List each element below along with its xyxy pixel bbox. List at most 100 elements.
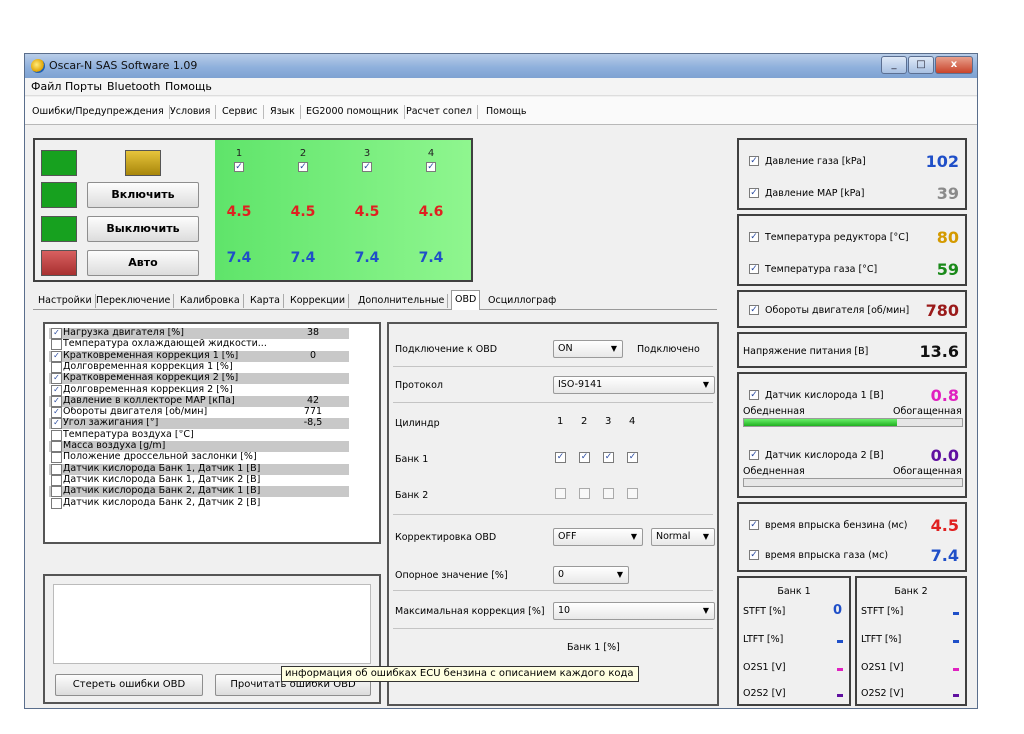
max-correction-select[interactable]: 10 ▼ — [553, 602, 715, 620]
obd-param-row[interactable]: Положение дроссельной заслонки [%] — [49, 452, 349, 464]
obd-param-row[interactable]: Датчик кислорода Банк 2, Датчик 2 [В] — [49, 497, 349, 509]
tab-help[interactable]: Помощь — [481, 105, 531, 119]
obd-param-label: Нагрузка двигателя [%] — [63, 328, 185, 338]
switch-on-button[interactable]: Включить — [87, 182, 199, 208]
gas-injection-value: 7.4 — [418, 250, 444, 266]
correction-mode-select[interactable]: Normal ▼ — [651, 528, 715, 546]
tab-map[interactable]: Карта — [247, 294, 284, 308]
obd-param-checkbox[interactable]: ✓ — [51, 395, 62, 407]
obd-param-checkbox[interactable] — [51, 339, 62, 351]
rpm-checkbox[interactable]: ✓ — [749, 305, 759, 315]
obd-param-value: 771 — [303, 406, 323, 418]
obd-param-row[interactable]: ✓ Кратковременная коррекция 2 [%] — [49, 373, 349, 385]
reference-value-select[interactable]: 0 ▼ — [553, 566, 629, 584]
bank2-cyl4-checkbox[interactable] — [627, 488, 638, 499]
obd-param-row[interactable]: Температура охлаждающей жидкости... — [49, 339, 349, 351]
tab-switching[interactable]: Переключение — [93, 294, 175, 308]
obd-param-row[interactable]: Датчик кислорода Банк 2, Датчик 1 [В] — [49, 486, 349, 498]
menu-file[interactable]: Файл — [31, 80, 61, 93]
obd-param-row[interactable]: Долговременная коррекция 1 [%] — [49, 361, 349, 373]
gas-injection-checkbox[interactable]: ✓ — [749, 550, 759, 560]
gas-pressure-value: 102 — [925, 152, 959, 171]
max-correction-label: Максимальная коррекция [%] — [395, 606, 545, 617]
obd-param-row[interactable]: ✓ Угол зажигания [°] -8,5 — [49, 417, 349, 430]
switch-off-button[interactable]: Выключить — [87, 216, 199, 242]
tab-additional[interactable]: Дополнительные — [355, 294, 449, 308]
bank2-cyl3-checkbox[interactable] — [603, 488, 614, 499]
obd-param-checkbox[interactable] — [51, 463, 62, 475]
bank2-cyl1-checkbox[interactable] — [555, 488, 566, 499]
obd-param-row[interactable]: Датчик кислорода Банк 1, Датчик 2 [В] — [49, 474, 349, 486]
minimize-button[interactable]: _ — [881, 56, 907, 74]
main-tab-bar: Настройки Переключение Калибровка Карта … — [33, 290, 717, 310]
o2-sensor-2-checkbox[interactable]: ✓ — [749, 450, 759, 460]
bank2-cyl2-checkbox[interactable] — [579, 488, 590, 499]
obd-param-row[interactable]: ✓ Долговременная коррекция 2 [%] — [49, 384, 349, 396]
obd-connection-select[interactable]: ON ▼ — [553, 340, 623, 358]
tab-service[interactable]: Сервис — [217, 105, 264, 119]
obd-param-checkbox[interactable]: ✓ — [51, 328, 62, 339]
o2-sensor-1-checkbox[interactable]: ✓ — [749, 390, 759, 400]
obd-param-row[interactable]: ✓ Нагрузка двигателя [%] 38 — [49, 328, 349, 339]
reducer-temp-checkbox[interactable]: ✓ — [749, 232, 759, 242]
protocol-label: Протокол — [395, 380, 443, 391]
obd-param-checkbox[interactable]: ✓ — [51, 350, 62, 362]
obd-param-row[interactable]: Датчик кислорода Банк 1, Датчик 1 [В] — [49, 463, 349, 475]
auto-button[interactable]: Авто — [87, 250, 199, 276]
obd-param-row[interactable]: Масса воздуха [g/m] — [49, 441, 349, 452]
cylinder-4-checkbox[interactable]: ✓ — [426, 162, 436, 172]
obd-param-checkbox[interactable] — [51, 452, 62, 464]
tab-corrections[interactable]: Коррекции — [287, 294, 350, 308]
obd-correction-select[interactable]: OFF ▼ — [553, 528, 643, 546]
obd-param-label: Масса воздуха [g/m] — [63, 441, 166, 451]
clear-obd-errors-button[interactable]: Стереть ошибки OBD — [55, 674, 203, 696]
bank1-cyl3-checkbox[interactable]: ✓ — [603, 452, 614, 463]
obd-param-label: Долговременная коррекция 2 [%] — [63, 384, 233, 395]
obd-param-checkbox[interactable]: ✓ — [51, 384, 62, 396]
divider — [393, 366, 713, 367]
obd-param-row[interactable]: Температура воздуха [°C] — [49, 429, 349, 441]
obd-param-checkbox[interactable] — [51, 429, 62, 441]
bank1-cyl2-checkbox[interactable]: ✓ — [579, 452, 590, 463]
gas-pressure-checkbox[interactable]: ✓ — [749, 156, 759, 166]
tab-obd[interactable]: OBD — [451, 290, 481, 310]
obd-param-checkbox[interactable]: ✓ — [51, 418, 62, 430]
bank1-cyl4-checkbox[interactable]: ✓ — [627, 452, 638, 463]
maximize-button[interactable]: □ — [908, 56, 934, 74]
petrol-injection-checkbox[interactable]: ✓ — [749, 520, 759, 530]
gas-temp-checkbox[interactable]: ✓ — [749, 264, 759, 274]
menu-bluetooth[interactable]: Bluetooth — [107, 80, 160, 93]
tab-nozzle-calc[interactable]: Расчет сопел — [401, 105, 478, 119]
obd-param-checkbox[interactable] — [51, 361, 62, 373]
tab-calibration[interactable]: Калибровка — [177, 294, 244, 308]
bank1-label: Банк 1 — [395, 454, 429, 465]
gas-temp-label: Температура газа [°C] — [765, 264, 878, 275]
map-pressure-checkbox[interactable]: ✓ — [749, 188, 759, 198]
tab-oscilloscope[interactable]: Осциллограф — [485, 294, 559, 308]
tab-eg2000[interactable]: EG2000 помощник — [301, 105, 405, 119]
obd-param-checkbox[interactable] — [51, 497, 62, 509]
menu-ports[interactable]: Порты — [65, 80, 102, 93]
tab-errors[interactable]: Ошибки/Предупреждения — [27, 105, 170, 119]
bank1-cyl1-checkbox[interactable]: ✓ — [555, 452, 566, 463]
chevron-down-icon: ▼ — [630, 532, 637, 541]
obd-param-checkbox[interactable] — [51, 486, 62, 498]
obd-param-label: Температура воздуха [°C] — [63, 429, 194, 440]
obd-param-checkbox[interactable]: ✓ — [51, 373, 62, 385]
petrol-injection-value: 4.5 — [354, 204, 380, 220]
tab-language[interactable]: Язык — [265, 105, 301, 119]
cylinder-2-checkbox[interactable]: ✓ — [298, 162, 308, 172]
obd-param-checkbox[interactable] — [51, 441, 62, 452]
obd-param-label: Датчик кислорода Банк 1, Датчик 2 [В] — [63, 474, 261, 485]
obd-param-checkbox[interactable]: ✓ — [51, 407, 62, 419]
protocol-select[interactable]: ISO-9141 ▼ — [553, 376, 715, 394]
obd-param-value: -8,5 — [303, 417, 323, 429]
obd-param-checkbox[interactable] — [51, 474, 62, 486]
cylinder-1-checkbox[interactable]: ✓ — [234, 162, 244, 172]
menu-help[interactable]: Помощь — [165, 80, 212, 93]
obd-param-row[interactable]: ✓ Кратковременная коррекция 1 [%] 0 — [49, 350, 349, 362]
tab-conditions[interactable]: Условия — [165, 105, 217, 119]
tab-settings[interactable]: Настройки — [35, 294, 96, 308]
cylinder-3-checkbox[interactable]: ✓ — [362, 162, 372, 172]
close-button[interactable]: x — [935, 56, 973, 74]
